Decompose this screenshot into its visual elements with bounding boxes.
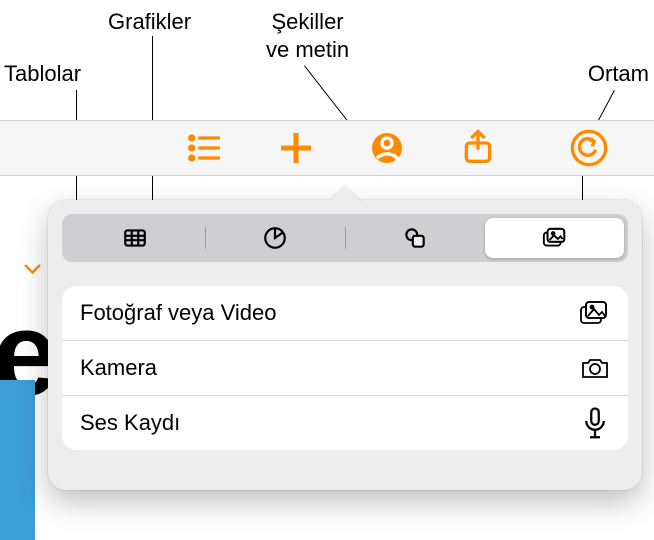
callout-shapes-text: Şekiller ve metin — [266, 8, 349, 63]
callout-charts: Grafikler — [108, 8, 191, 36]
dropdown-indicator[interactable] — [20, 255, 50, 285]
shapes-icon — [402, 225, 428, 251]
option-audio-recording[interactable]: Ses Kaydı — [62, 396, 628, 450]
option-label: Kamera — [80, 355, 157, 381]
tab-media[interactable] — [485, 218, 624, 258]
option-label: Fotoğraf veya Video — [80, 300, 277, 326]
camera-icon — [580, 355, 610, 381]
undo-icon[interactable] — [569, 128, 609, 168]
list-icon[interactable] — [185, 128, 225, 168]
photo-gallery-icon — [580, 300, 610, 326]
microphone-icon — [580, 410, 610, 436]
tab-charts[interactable] — [206, 218, 345, 258]
option-camera[interactable]: Kamera — [62, 341, 628, 396]
callout-media: Ortam — [588, 60, 649, 88]
share-icon[interactable] — [458, 128, 498, 168]
collaborate-icon[interactable] — [367, 128, 407, 168]
pie-chart-icon — [262, 225, 288, 251]
bg-image-fragment — [0, 380, 35, 540]
insert-tabstrip — [62, 214, 628, 262]
add-icon[interactable] — [276, 128, 316, 168]
tab-shapes[interactable] — [346, 218, 485, 258]
table-grid-icon — [122, 225, 148, 251]
app-toolbar — [0, 120, 654, 176]
callout-tables: Tablolar — [4, 60, 81, 88]
media-options-list: Fotoğraf veya Video Kamera Ses Kaydı — [62, 286, 628, 450]
option-photo-video[interactable]: Fotoğraf veya Video — [62, 286, 628, 341]
option-label: Ses Kaydı — [80, 410, 180, 436]
media-gallery-icon — [542, 225, 568, 251]
tab-tables[interactable] — [66, 218, 205, 258]
insert-popover: Fotoğraf veya Video Kamera Ses Kaydı — [48, 200, 642, 490]
